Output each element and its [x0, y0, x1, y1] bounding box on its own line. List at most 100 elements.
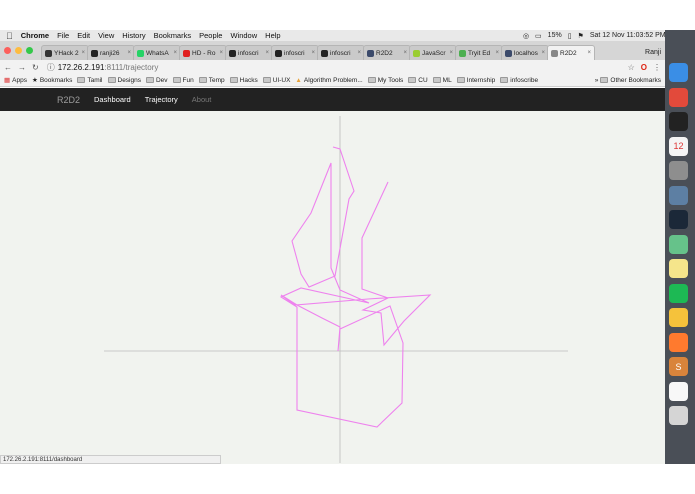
bookmark-algorithm-problems[interactable]: ▲ Algorithm Problem...: [295, 77, 362, 84]
bookmark-folder-designs[interactable]: Designs: [107, 77, 141, 84]
bookmark-folder-tamil[interactable]: Tamil: [77, 76, 103, 84]
wifi-icon[interactable]: ◎: [523, 32, 529, 40]
hardware-icon[interactable]: [669, 185, 688, 205]
tab-close-icon[interactable]: ×: [81, 50, 85, 56]
info-icon[interactable]: ⓘ: [47, 62, 55, 73]
tab-close-icon[interactable]: ×: [403, 50, 407, 56]
bookmark-folder-ui-ux[interactable]: UI-UX: [262, 77, 290, 84]
browser-tab[interactable]: infoscri ×: [225, 45, 273, 60]
document-icon[interactable]: [669, 381, 688, 401]
battery-percent[interactable]: 15%: [548, 32, 562, 39]
browser-tab[interactable]: HD - Ro ×: [179, 45, 227, 60]
sublime-icon[interactable]: [669, 332, 688, 352]
close-window-button[interactable]: [4, 47, 11, 54]
bookmark-folder-internship[interactable]: Internship: [456, 77, 495, 84]
browser-tab[interactable]: infoscri ×: [271, 45, 319, 60]
reload-icon[interactable]: ↻: [32, 63, 39, 72]
tab-close-icon[interactable]: ×: [265, 50, 269, 56]
bookmark-folder-my-tools[interactable]: My Tools: [367, 77, 403, 84]
folder-icon: [198, 77, 207, 83]
calendar-icon[interactable]: 12: [669, 136, 688, 156]
steam-icon[interactable]: [669, 210, 688, 229]
bottom-blank: [0, 464, 695, 494]
nav-trajectory[interactable]: Trajectory: [145, 95, 178, 104]
browser-tab[interactable]: R2D2 ×: [363, 45, 411, 60]
flag-icon[interactable]: ⚑: [578, 32, 584, 40]
browser-tab[interactable]: Tryit Ed ×: [455, 45, 503, 60]
tab-label: YHack 2: [54, 49, 79, 57]
trash-icon[interactable]: [669, 406, 688, 425]
apps-shortcut[interactable]: ▦ Apps: [4, 76, 27, 85]
bookmark-label: CU: [418, 76, 428, 84]
menu-app-chrome[interactable]: Chrome: [21, 31, 49, 40]
browser-tab[interactable]: YHack 2 ×: [41, 45, 89, 60]
bookmark-folder-ml[interactable]: ML: [432, 77, 452, 84]
brand-logo[interactable]: R2D2: [57, 95, 80, 105]
menu-bookmarks[interactable]: Bookmarks: [154, 31, 192, 40]
tab-favicon-icon: [91, 49, 98, 57]
bookmark-folder-fun[interactable]: Fun: [172, 76, 194, 84]
tab-close-icon[interactable]: ×: [495, 50, 499, 56]
bookmark-folder-dev[interactable]: Dev: [145, 77, 168, 84]
menu-history[interactable]: History: [122, 31, 145, 40]
tab-close-icon[interactable]: ×: [587, 50, 591, 56]
tab-label: WhatsA: [146, 49, 169, 57]
browser-tab[interactable]: R2D2 ×: [547, 45, 595, 60]
browser-tab[interactable]: ranji26 ×: [87, 45, 135, 60]
menu-file[interactable]: File: [57, 31, 69, 40]
bookmark-label: Fun: [182, 76, 194, 84]
tab-close-icon[interactable]: ×: [311, 50, 315, 56]
bookmark-folder-cu[interactable]: CU: [408, 76, 428, 84]
minimize-window-button[interactable]: [15, 47, 22, 54]
apple-icon[interactable]: : [6, 31, 13, 41]
menu-help[interactable]: Help: [265, 31, 280, 40]
zoom-window-button[interactable]: [26, 47, 33, 54]
menu-window[interactable]: Window: [230, 31, 257, 40]
display-icon[interactable]: ▭: [535, 32, 542, 40]
address-path: :8111/trajectory: [104, 62, 159, 72]
menu-view[interactable]: View: [98, 31, 114, 40]
bookmark-folder-infoscribe[interactable]: infoscribe: [500, 77, 538, 84]
back-arrow-icon[interactable]: ←: [4, 63, 12, 72]
menu-edit[interactable]: Edit: [77, 31, 90, 40]
tips-icon[interactable]: [669, 308, 688, 327]
browser-tab[interactable]: localhos ×: [501, 45, 549, 60]
atom-icon[interactable]: [669, 234, 688, 254]
bookmark-bookmarks[interactable]: ★ Bookmarks: [32, 76, 72, 85]
browser-tab[interactable]: infoscri ×: [317, 45, 365, 60]
browser-tab[interactable]: JavaScr ×: [409, 45, 457, 60]
tab-close-icon[interactable]: ×: [541, 50, 545, 56]
terminal-icon[interactable]: [669, 112, 688, 131]
browser-tab[interactable]: WhatsA ×: [133, 45, 181, 60]
tab-label: infoscri: [238, 49, 259, 57]
tab-close-icon[interactable]: ×: [357, 50, 361, 56]
bookmark-folder-hacks[interactable]: Hacks: [229, 76, 258, 84]
chrome-icon[interactable]: [669, 87, 688, 107]
address-bar[interactable]: ⓘ 172.26.2.191 :8111/trajectory: [45, 62, 622, 73]
menu-kebab-icon[interactable]: ⋮: [653, 63, 661, 72]
menu-people[interactable]: People: [199, 31, 222, 40]
tab-close-icon[interactable]: ×: [127, 50, 131, 56]
opera-extension-icon[interactable]: O: [641, 63, 647, 72]
tab-favicon-icon: [367, 49, 374, 57]
bookmark-label: Tamil: [87, 76, 103, 84]
nav-about[interactable]: About: [192, 95, 212, 104]
bookmark-folder-temp[interactable]: Temp: [198, 77, 225, 84]
bookmark-star-icon[interactable]: ☆: [628, 63, 635, 72]
spotify-icon[interactable]: [669, 283, 688, 303]
folder-icon: [456, 77, 465, 83]
notes-icon[interactable]: [669, 259, 688, 278]
profile-button[interactable]: Ranji: [645, 45, 661, 60]
clock[interactable]: Sat 12 Nov 11:03:52 PM: [590, 32, 666, 39]
nav-dashboard[interactable]: Dashboard: [94, 95, 131, 104]
tab-close-icon[interactable]: ×: [173, 50, 177, 56]
finder-icon[interactable]: [669, 63, 688, 82]
forward-arrow-icon[interactable]: →: [18, 63, 26, 72]
bookmark-label: Hacks: [239, 76, 258, 84]
tab-close-icon[interactable]: ×: [219, 50, 223, 56]
system-preferences-icon[interactable]: [669, 161, 688, 180]
macos-dock: 12 S: [665, 30, 695, 464]
tab-close-icon[interactable]: ×: [449, 50, 453, 56]
other-bookmarks[interactable]: » Other Bookmarks: [595, 77, 661, 84]
s-app-icon[interactable]: S: [669, 357, 688, 376]
